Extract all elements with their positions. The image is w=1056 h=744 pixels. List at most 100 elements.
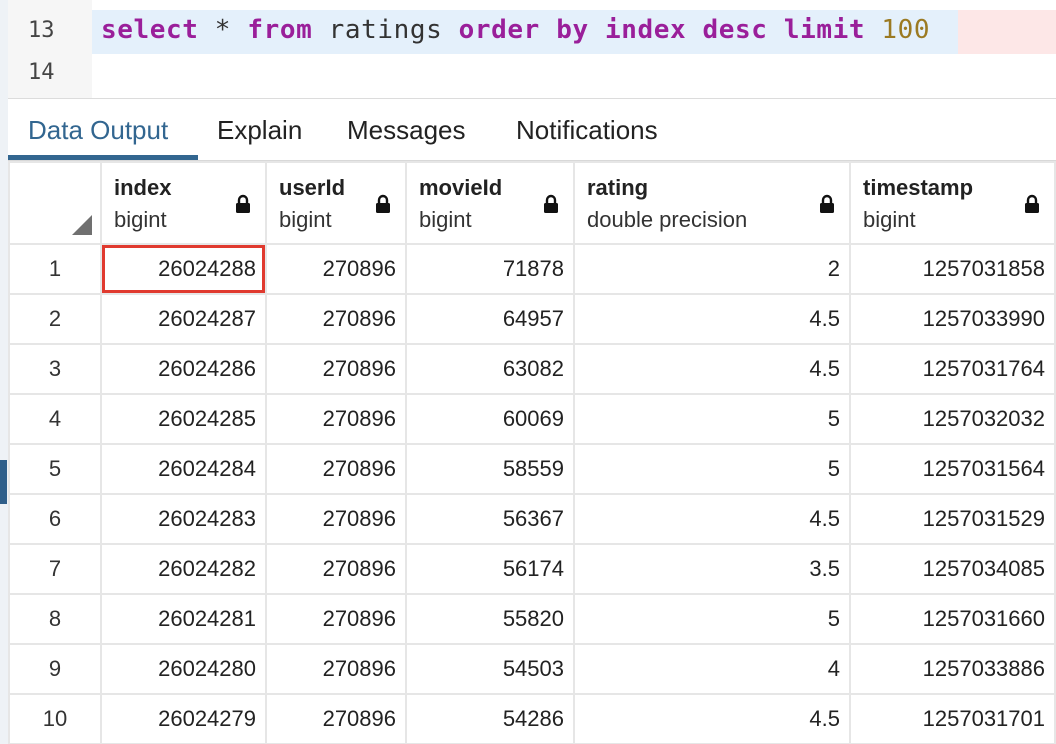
tab-notifications[interactable]: Notifications [516, 115, 658, 146]
sql-operator: * [214, 15, 232, 45]
row-number[interactable]: 5 [8, 443, 102, 495]
cell-rating[interactable]: 4 [573, 643, 851, 695]
cell-movieid[interactable]: 56367 [405, 493, 575, 545]
row-number[interactable]: 3 [8, 343, 102, 395]
table-row[interactable]: 3 26024286 270896 63082 4.5 1257031764 [8, 343, 1056, 395]
cell-index[interactable]: 26024285 [100, 393, 267, 445]
cell-rating[interactable]: 4.5 [573, 293, 851, 345]
selected-cell[interactable]: 26024288 [100, 243, 267, 295]
cell-userid[interactable]: 270896 [265, 643, 407, 695]
cell-rating[interactable]: 4.5 [573, 343, 851, 395]
cell-rating[interactable]: 2 [573, 243, 851, 295]
header-row: index bigint userId bigint movieId bigin… [8, 161, 1056, 245]
cell-timestamp[interactable]: 1257031764 [849, 343, 1056, 395]
cell-userid[interactable]: 270896 [265, 543, 407, 595]
cell-movieid[interactable]: 71878 [405, 243, 575, 295]
sql-table-name: ratings [328, 15, 443, 45]
splitter-handle[interactable] [0, 460, 7, 504]
column-name: rating [587, 175, 649, 200]
row-number[interactable]: 4 [8, 393, 102, 445]
cell-timestamp[interactable]: 1257031858 [849, 243, 1056, 295]
cell-movieid[interactable]: 64957 [405, 293, 575, 345]
cell-index[interactable]: 26024287 [100, 293, 267, 345]
cell-userid[interactable]: 270896 [265, 693, 407, 744]
cell-timestamp[interactable]: 1257031701 [849, 693, 1056, 744]
column-header-index[interactable]: index bigint [100, 161, 267, 245]
lock-icon [376, 194, 390, 213]
row-number[interactable]: 9 [8, 643, 102, 695]
column-header-userid[interactable]: userId bigint [265, 161, 407, 245]
cell-index[interactable]: 26024281 [100, 593, 267, 645]
column-header-rating[interactable]: rating double precision [573, 161, 851, 245]
cell-index[interactable]: 26024284 [100, 443, 267, 495]
cell-timestamp[interactable]: 1257033886 [849, 643, 1056, 695]
cell-timestamp[interactable]: 1257031529 [849, 493, 1056, 545]
column-header-timestamp[interactable]: timestamp bigint [849, 161, 1056, 245]
table-row[interactable]: 8 26024281 270896 55820 5 1257031660 [8, 593, 1056, 645]
cell-timestamp[interactable]: 1257031564 [849, 443, 1056, 495]
data-output-grid[interactable]: index bigint userId bigint movieId bigin… [8, 161, 1056, 744]
lock-icon [236, 194, 250, 213]
cell-rating[interactable]: 5 [573, 593, 851, 645]
cell-rating[interactable]: 5 [573, 443, 851, 495]
sql-keyword: desc [702, 15, 768, 45]
row-number[interactable]: 1 [8, 243, 102, 295]
cell-movieid[interactable]: 60069 [405, 393, 575, 445]
query-editor[interactable]: 13 14 select * from ratings order by ind… [0, 0, 1056, 98]
cell-movieid[interactable]: 54503 [405, 643, 575, 695]
column-type: double precision [587, 207, 748, 232]
row-number[interactable]: 8 [8, 593, 102, 645]
tab-explain[interactable]: Explain [217, 115, 302, 146]
cell-movieid[interactable]: 54286 [405, 693, 575, 744]
cell-index[interactable]: 26024282 [100, 543, 267, 595]
cell-rating[interactable]: 5 [573, 393, 851, 445]
table-row[interactable]: 1 26024288 270896 71878 2 1257031858 [8, 243, 1056, 295]
cell-timestamp[interactable]: 1257034085 [849, 543, 1056, 595]
column-header-movieid[interactable]: movieId bigint [405, 161, 575, 245]
lock-icon [820, 194, 834, 213]
cell-movieid[interactable]: 63082 [405, 343, 575, 395]
table-row[interactable]: 4 26024285 270896 60069 5 1257032032 [8, 393, 1056, 445]
cell-index[interactable]: 26024283 [100, 493, 267, 545]
row-number[interactable]: 7 [8, 543, 102, 595]
table-row[interactable]: 10 26024279 270896 54286 4.5 1257031701 [8, 693, 1056, 744]
tab-messages[interactable]: Messages [347, 115, 466, 146]
sql-number: 100 [881, 15, 931, 45]
cell-userid[interactable]: 270896 [265, 393, 407, 445]
cell-rating[interactable]: 4.5 [573, 493, 851, 545]
cell-movieid[interactable]: 56174 [405, 543, 575, 595]
cell-rating[interactable]: 3.5 [573, 543, 851, 595]
cell-userid[interactable]: 270896 [265, 343, 407, 395]
table-row[interactable]: 5 26024284 270896 58559 5 1257031564 [8, 443, 1056, 495]
cell-userid[interactable]: 270896 [265, 493, 407, 545]
table-row[interactable]: 6 26024283 270896 56367 4.5 1257031529 [8, 493, 1056, 545]
line-end-marker [958, 10, 1056, 54]
cell-index[interactable]: 26024279 [100, 693, 267, 744]
code-line-13[interactable]: select * from ratings order by index des… [101, 15, 930, 45]
row-number[interactable]: 10 [8, 693, 102, 744]
lock-icon [544, 194, 558, 213]
sql-keyword: index [604, 15, 687, 45]
cell-index[interactable]: 26024280 [100, 643, 267, 695]
line-number: 13 [28, 18, 55, 43]
row-number[interactable]: 6 [8, 493, 102, 545]
select-all-corner[interactable] [8, 161, 102, 245]
cell-rating[interactable]: 4.5 [573, 693, 851, 744]
sql-keyword: by [556, 15, 589, 45]
cell-timestamp[interactable]: 1257033990 [849, 293, 1056, 345]
cell-timestamp[interactable]: 1257031660 [849, 593, 1056, 645]
cell-userid[interactable]: 270896 [265, 593, 407, 645]
cell-index[interactable]: 26024286 [100, 343, 267, 395]
cell-timestamp[interactable]: 1257032032 [849, 393, 1056, 445]
table-row[interactable]: 2 26024287 270896 64957 4.5 1257033990 [8, 293, 1056, 345]
row-number[interactable]: 2 [8, 293, 102, 345]
cell-userid[interactable]: 270896 [265, 443, 407, 495]
cell-movieid[interactable]: 58559 [405, 443, 575, 495]
sql-keyword: from [247, 15, 313, 45]
cell-userid[interactable]: 270896 [265, 243, 407, 295]
table-row[interactable]: 7 26024282 270896 56174 3.5 1257034085 [8, 543, 1056, 595]
cell-movieid[interactable]: 55820 [405, 593, 575, 645]
cell-userid[interactable]: 270896 [265, 293, 407, 345]
tab-data-output[interactable]: Data Output [28, 115, 168, 146]
table-row[interactable]: 9 26024280 270896 54503 4 1257033886 [8, 643, 1056, 695]
